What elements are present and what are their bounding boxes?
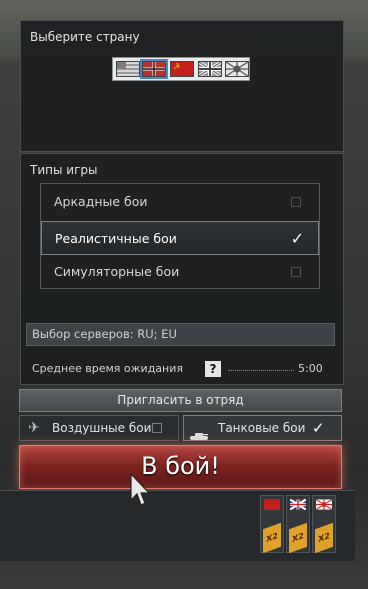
game-mode-label: Аркадные бои <box>54 194 148 209</box>
game-mode-simulator[interactable]: Симуляторные бои <box>41 255 319 289</box>
britain-flag[interactable] <box>198 61 222 77</box>
invite-squad-button[interactable]: Пригласить в отряд <box>19 389 342 412</box>
usa-flag[interactable] <box>116 61 140 77</box>
x2-badge: X2 <box>263 522 281 554</box>
game-mode-list: Аркадные бои Реалистичные бои ✓ Симулято… <box>40 183 320 289</box>
air-battles-label: Воздушные бои <box>52 421 152 435</box>
rank-card-japan[interactable]: X2 <box>312 495 336 554</box>
air-checkbox[interactable] <box>152 423 162 433</box>
country-flag-bar: ☭ <box>112 57 250 81</box>
game-mode-arcade[interactable]: Аркадные бои <box>41 185 319 219</box>
rank-card-britain[interactable]: X2 <box>286 495 310 554</box>
tank-icon <box>190 424 208 440</box>
japan-flag[interactable] <box>225 61 249 77</box>
game-mode-realistic[interactable]: Реалистичные бои ✓ <box>41 221 319 255</box>
ussr-flag[interactable]: ☭ <box>170 61 194 77</box>
mouse-cursor-icon <box>130 473 150 506</box>
checkmark-icon: ✓ <box>290 229 304 248</box>
rank-card-ussr[interactable]: X2 <box>260 495 284 554</box>
game-types-title: Типы игры <box>30 163 98 177</box>
to-battle-button[interactable]: В бой! <box>19 445 342 489</box>
x2-badge: X2 <box>289 522 307 554</box>
air-battles-button[interactable]: ✈ Воздушные бои <box>19 415 179 441</box>
plane-icon: ✈ <box>28 420 40 436</box>
checkbox[interactable] <box>291 267 301 277</box>
wait-label: Среднее время ожидания <box>32 362 183 375</box>
germany-flag[interactable] <box>140 59 168 79</box>
server-select[interactable]: Выбор серверов: RU; EU <box>26 323 335 346</box>
checkbox[interactable] <box>291 197 301 207</box>
checkmark-icon: ✓ <box>312 419 325 437</box>
country-title: Выберите страну <box>30 30 140 44</box>
game-mode-label: Симуляторные бои <box>54 264 180 279</box>
dotted-leader <box>228 370 294 372</box>
help-icon[interactable]: ? <box>205 361 221 377</box>
wait-time: 5:00 <box>298 362 323 375</box>
game-mode-label: Реалистичные бои <box>55 231 177 246</box>
x2-badge: X2 <box>315 522 333 554</box>
tank-battles-label: Танковые бои <box>218 421 306 435</box>
tank-battles-button[interactable]: Танковые бои ✓ <box>183 415 342 441</box>
